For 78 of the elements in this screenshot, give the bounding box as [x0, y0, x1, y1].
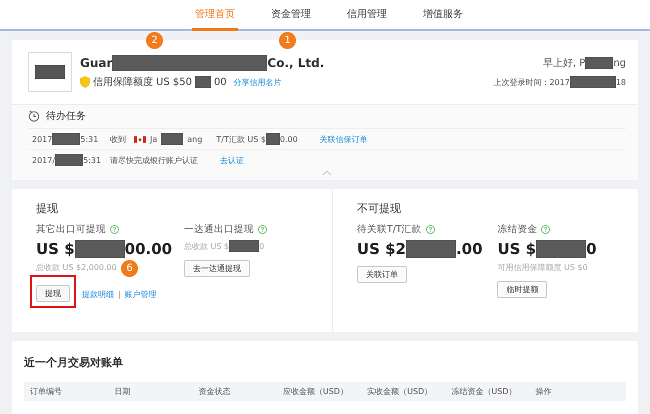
credit-label: 信用保障额度	[93, 76, 153, 89]
redaction-bar	[229, 240, 260, 252]
redaction-bar	[536, 240, 586, 258]
last-login-text: 18	[616, 78, 626, 86]
clock-icon	[28, 110, 40, 122]
tasks-title: 待办任务	[46, 110, 86, 123]
action-button[interactable]: 关联订单	[356, 266, 407, 283]
share-link[interactable]: 分享信用名片	[234, 76, 282, 88]
balance-amount: US $2	[356, 240, 406, 258]
column-header: 实收金额（USD）	[367, 386, 434, 397]
column-header: 订单编号	[30, 386, 63, 397]
redaction-bar	[570, 76, 616, 88]
last-login-text: 上次登录时间：2017	[493, 76, 570, 88]
balance-note: 0	[259, 242, 264, 250]
balance-amount: US $	[497, 240, 536, 258]
company-logo	[28, 52, 72, 92]
redaction-bar	[55, 154, 84, 166]
redaction-bar	[266, 133, 280, 145]
column-header: 冻结资金（USD）	[451, 386, 518, 397]
panel-title: 不可提现	[356, 201, 402, 216]
action-link[interactable]: 提款明细	[82, 289, 114, 300]
balance-amount: .00	[456, 240, 483, 258]
balance-amount: US $	[36, 240, 75, 258]
redaction-bar	[74, 240, 125, 258]
task-link[interactable]: 关联信保订单	[320, 134, 368, 144]
redaction-bar	[194, 76, 211, 88]
balance-label: 待关联T/T汇款	[356, 223, 422, 236]
balance-label: 其它出口可提现	[36, 223, 106, 236]
balance-note: 总收款 US $	[184, 240, 230, 252]
shield-icon	[80, 76, 90, 88]
link-separator: |	[118, 290, 121, 299]
statement-title: 近一个月交易对账单	[24, 355, 124, 370]
greeting-text: ng	[613, 58, 626, 68]
annotation-marker: 1	[279, 32, 296, 49]
balance-label: 冻结资金	[497, 223, 538, 236]
task-amount: 0.00	[280, 134, 298, 144]
collapse-caret-icon[interactable]	[322, 170, 332, 176]
nav-tab[interactable]: 资金管理	[268, 0, 314, 31]
action-button[interactable]: 提现	[36, 285, 70, 302]
redaction-bar	[161, 133, 184, 145]
annotation-marker: 2	[146, 32, 163, 49]
column-header: 操作	[536, 386, 553, 397]
nav-tab[interactable]: 信用管理	[344, 0, 390, 31]
action-link[interactable]: 账户管理	[124, 289, 157, 300]
column-header: 日期	[114, 386, 132, 397]
task-amount: T/T汇款 US $	[216, 134, 266, 144]
task-text: 收到	[110, 134, 126, 144]
action-button[interactable]: 去一达通提现	[184, 260, 250, 277]
task-date: 2017	[32, 134, 52, 144]
nav-tab[interactable]: 增值服务	[420, 0, 466, 31]
task-date: 5:31	[83, 156, 102, 164]
credit-amount: US $50	[156, 76, 192, 88]
company-name: Co., Ltd.	[267, 56, 324, 70]
action-button[interactable]: 临时提额	[497, 281, 548, 298]
help-icon[interactable]	[258, 225, 267, 234]
balance-note: 总收款 US $2,000.00	[36, 262, 117, 273]
greeting-text: 早上好, P	[542, 56, 586, 70]
task-link[interactable]: 去认证	[220, 154, 244, 166]
sender-name: Ja	[150, 134, 158, 144]
task-date: 5:31	[80, 134, 98, 144]
task-text: 请尽快完成银行账户认证	[110, 154, 198, 166]
task-date: 2017/	[32, 156, 56, 164]
panel-title: 提现	[36, 201, 59, 216]
balance-note: 可用信用保障额度 US $0	[497, 262, 588, 273]
redaction-bar	[585, 57, 614, 69]
redaction-bar	[52, 133, 80, 145]
help-icon[interactable]	[110, 225, 119, 234]
balance-amount: 0	[586, 240, 597, 258]
redaction-bar	[406, 240, 456, 258]
credit-amount: 00	[214, 76, 227, 88]
column-header: 应收金额（USD）	[282, 386, 349, 397]
balance-amount: 00.00	[124, 240, 172, 258]
help-icon[interactable]	[426, 225, 435, 234]
company-name: Guar	[80, 56, 112, 70]
sender-name: ang	[187, 134, 202, 144]
help-icon[interactable]	[541, 225, 550, 234]
balance-label: 一达通出口提现	[184, 223, 254, 236]
column-header: 资金状态	[198, 386, 232, 397]
